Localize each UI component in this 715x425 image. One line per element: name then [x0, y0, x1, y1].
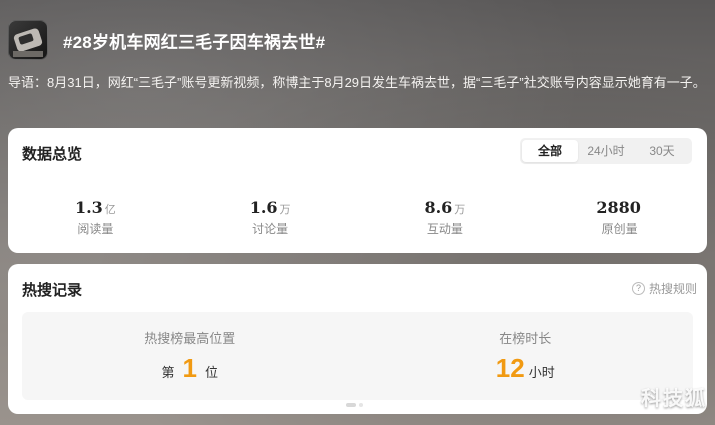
tab-all[interactable]: 全部 [522, 140, 578, 162]
stat-value: 1.6 [249, 198, 278, 217]
peak-prefix: 第 [161, 365, 175, 380]
watermark-logo: 科技狐 [641, 388, 707, 410]
peak-label: 热搜榜最高位置 [144, 331, 236, 346]
duration-label: 在榜时长 [499, 331, 552, 346]
stat-label: 互动量 [426, 222, 463, 236]
stat-label: 阅读量 [77, 222, 114, 236]
stat-label: 原创量 [601, 222, 638, 236]
carousel-indicator[interactable] [346, 403, 363, 407]
stat-discussions: 1.6 万 讨论量 [183, 198, 358, 237]
stats-row: 1.3 亿 阅读量 1.6 万 讨论量 8.6 万 互动量 2880 原创量 [8, 198, 707, 237]
stat-unit: 亿 [104, 204, 116, 216]
peak-suffix: 位 [204, 365, 218, 380]
overview-card: 数据总览 全部 24小时 30天 1.3 亿 阅读量 1.6 万 讨论量 8.6 万 … [8, 128, 707, 253]
peak-value: 1 [182, 353, 197, 383]
topic-intro: 导语：8月31日，网红“三毛子”账号更新视频，称博主于8月29日发生车祸去世，据… [8, 75, 706, 90]
stat-value: 2880 [596, 198, 641, 217]
stat-value: 8.6 [424, 198, 453, 217]
stat-originals: 2880 原创量 [532, 198, 707, 237]
stat-unit: 万 [454, 204, 466, 216]
time-range-tabs: 全部 24小时 30天 [520, 138, 692, 164]
stat-unit: 万 [279, 204, 291, 216]
stat-label: 讨论量 [252, 222, 289, 236]
hot-record-card: 热搜记录 ? 热搜规则 热搜榜最高位置 第 1 位 在榜时长 12 小时 [8, 264, 707, 414]
peak-position: 热搜榜最高位置 第 1 位 [22, 312, 358, 400]
tab-24h[interactable]: 24小时 [578, 140, 634, 162]
hot-search-rules-link[interactable]: ? 热搜规则 [631, 280, 697, 297]
stat-interactions: 8.6 万 互动量 [358, 198, 533, 237]
topic-header: #28岁机车网红三毛子因车祸去世# [8, 14, 707, 68]
stat-reads: 1.3 亿 阅读量 [8, 198, 183, 237]
tab-30d[interactable]: 30天 [634, 140, 690, 162]
question-circle-icon: ? [631, 282, 645, 295]
topic-thumbnail [8, 20, 48, 60]
stat-value: 1.3 [74, 198, 103, 217]
duration-value: 12 [495, 353, 525, 383]
duration-suffix: 小时 [528, 365, 555, 380]
hot-record-panel: 热搜榜最高位置 第 1 位 在榜时长 12 小时 [22, 312, 693, 400]
topic-title: #28岁机车网红三毛子因车祸去世# [63, 33, 326, 52]
rules-label: 热搜规则 [648, 282, 697, 296]
hot-record-title: 热搜记录 [22, 282, 83, 299]
overview-title: 数据总览 [22, 146, 83, 163]
